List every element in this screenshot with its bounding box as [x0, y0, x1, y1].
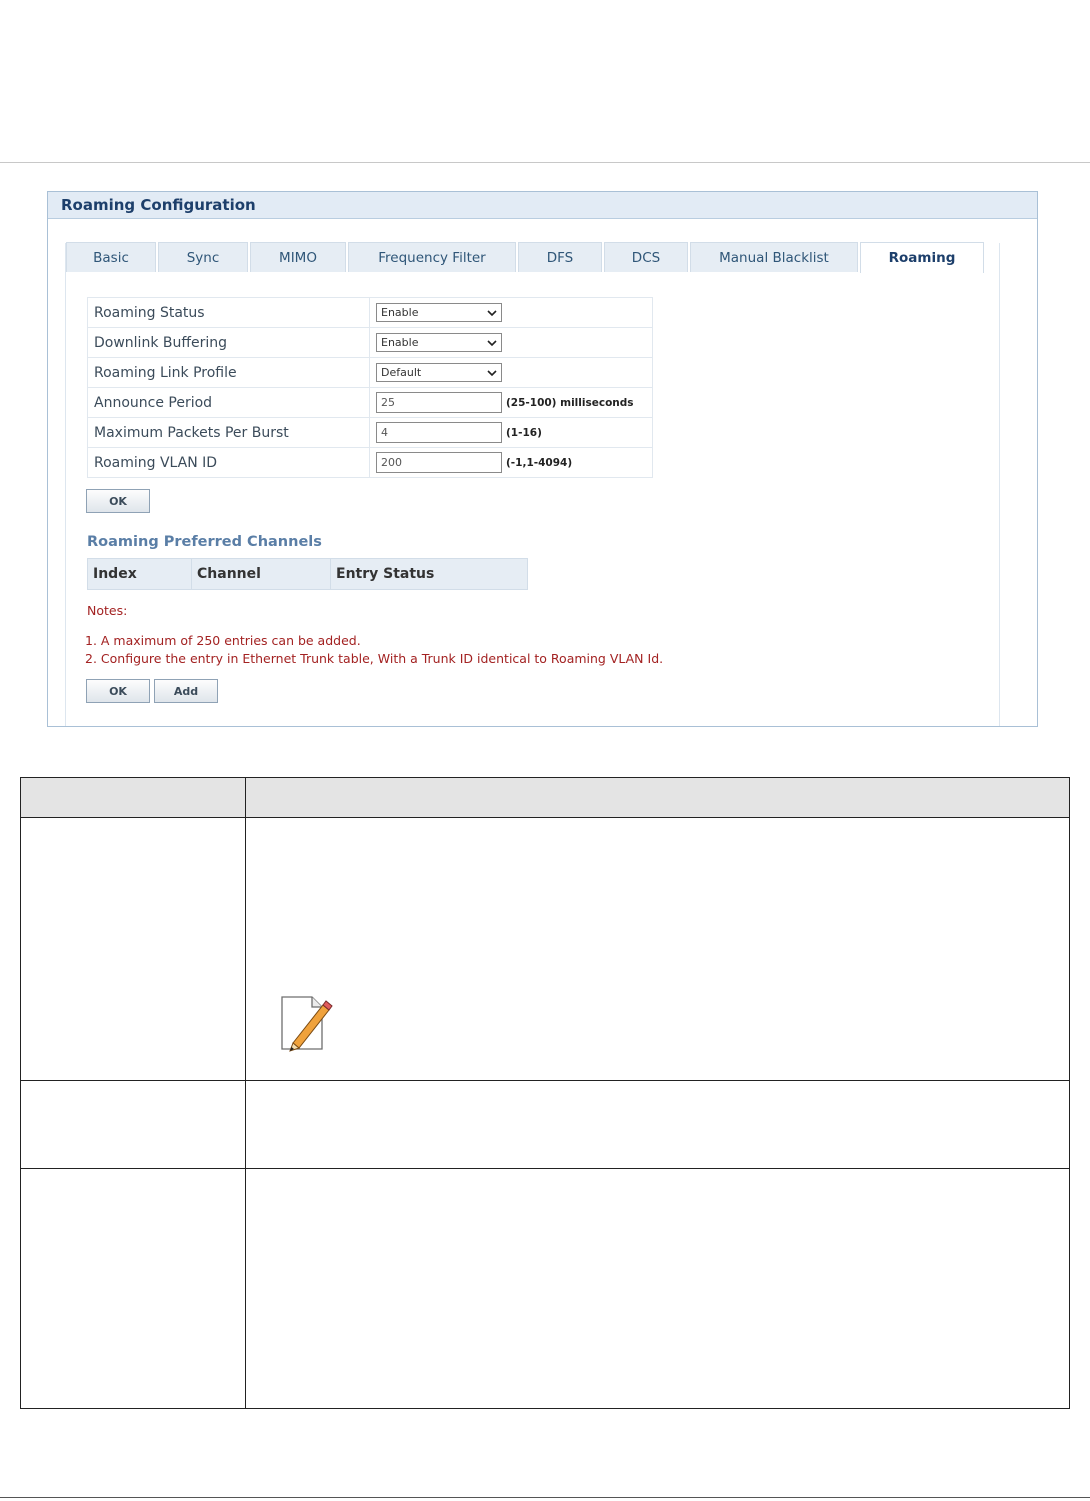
roaming-vlan-id-range: (-1,1-4094)	[506, 456, 573, 469]
channels-ok-button[interactable]: OK	[86, 679, 150, 703]
tab-bar: Basic Sync MIMO Frequency Filter DFS DCS…	[66, 242, 986, 273]
announce-period-input[interactable]: 25	[376, 392, 502, 413]
tab-basic[interactable]: Basic	[66, 242, 156, 272]
roaming-configuration-panel: Roaming Configuration Basic Sync MIMO Fr…	[47, 191, 1038, 727]
tab-manual-blacklist[interactable]: Manual Blacklist	[690, 242, 858, 272]
top-divider	[0, 162, 1090, 163]
chevron-down-icon	[487, 369, 497, 376]
roaming-status-row: Roaming Status Enable	[87, 297, 653, 328]
roaming-vlan-id-row: Roaming VLAN ID 200 (-1,1-4094)	[87, 447, 653, 478]
tab-dcs[interactable]: DCS	[604, 242, 688, 272]
column-header-entry-status: Entry Status	[330, 558, 528, 590]
row-divider	[21, 1168, 1069, 1169]
downlink-buffering-select[interactable]: Enable	[376, 333, 502, 352]
downlink-buffering-row: Downlink Buffering Enable	[87, 327, 653, 358]
roaming-settings-table: Roaming Status Enable Downlink Buffering…	[87, 297, 653, 478]
notes-title: Notes:	[87, 603, 128, 618]
bottom-divider	[0, 1497, 1090, 1498]
roaming-preferred-channels-heading: Roaming Preferred Channels	[87, 534, 322, 550]
panel-title: Roaming Configuration	[48, 192, 1037, 219]
row-divider	[21, 1080, 1069, 1081]
roaming-status-select[interactable]: Enable	[376, 303, 502, 322]
note-item: 1. A maximum of 250 entries can be added…	[85, 633, 361, 648]
roaming-link-profile-value: Default	[381, 366, 422, 379]
add-channel-button[interactable]: Add	[154, 679, 218, 703]
tab-mimo[interactable]: MIMO	[250, 242, 346, 272]
roaming-link-profile-label: Roaming Link Profile	[87, 357, 370, 388]
chevron-down-icon	[487, 339, 497, 346]
column-header-index: Index	[87, 558, 192, 590]
settings-ok-button[interactable]: OK	[86, 489, 150, 513]
tab-sync[interactable]: Sync	[158, 242, 248, 272]
max-packets-per-burst-row: Maximum Packets Per Burst 4 (1-16)	[87, 417, 653, 448]
roaming-vlan-id-label: Roaming VLAN ID	[87, 447, 370, 478]
max-packets-per-burst-input[interactable]: 4	[376, 422, 502, 443]
tab-roaming[interactable]: Roaming	[860, 242, 984, 273]
column-header-channel: Channel	[191, 558, 331, 590]
roaming-status-label: Roaming Status	[87, 297, 370, 328]
roaming-vlan-id-input[interactable]: 200	[376, 452, 502, 473]
announce-period-range: (25-100) milliseconds	[506, 396, 634, 409]
description-table	[20, 777, 1070, 1409]
announce-period-row: Announce Period 25 (25-100) milliseconds	[87, 387, 653, 418]
tab-frequency-filter[interactable]: Frequency Filter	[348, 242, 516, 272]
downlink-buffering-label: Downlink Buffering	[87, 327, 370, 358]
roaming-link-profile-row: Roaming Link Profile Default	[87, 357, 653, 388]
downlink-buffering-value: Enable	[381, 336, 419, 349]
tab-dfs[interactable]: DFS	[518, 242, 602, 272]
roaming-status-value: Enable	[381, 306, 419, 319]
announce-period-label: Announce Period	[87, 387, 370, 418]
max-packets-per-burst-label: Maximum Packets Per Burst	[87, 417, 370, 448]
chevron-down-icon	[487, 309, 497, 316]
roaming-link-profile-select[interactable]: Default	[376, 363, 502, 382]
note-pencil-icon	[281, 996, 333, 1052]
description-table-header	[21, 778, 1069, 818]
note-item: 2. Configure the entry in Ethernet Trunk…	[85, 651, 664, 666]
max-packets-per-burst-range: (1-16)	[506, 426, 542, 439]
preferred-channels-table: Index Channel Entry Status	[87, 558, 528, 590]
column-divider	[245, 778, 246, 1408]
